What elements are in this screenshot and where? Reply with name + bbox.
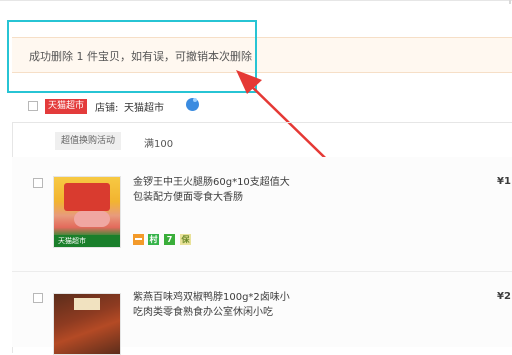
item-price: ¥2 [497, 291, 511, 302]
shop-select-checkbox[interactable] [28, 101, 38, 111]
guarantee-icon[interactable]: 保 [180, 234, 191, 245]
item-title-link[interactable]: 紫燕百味鸡双椒鸭脖100g*2卤味小 吃肉类零食熟食办公室休闲小吃 [133, 290, 308, 320]
thumb-package-label [74, 298, 100, 310]
thumb-package-graphic [64, 183, 110, 211]
shop-label: 店铺: [95, 103, 119, 114]
item-select-checkbox[interactable] [33, 293, 43, 303]
item-title-line: 包装配方便面零食大香肠 [133, 192, 243, 203]
item-title-link[interactable]: 金锣王中王火腿肠60g*10支超值大 包装配方便面零食大香肠 [133, 175, 308, 205]
shop-header-row: 天猫超市 店铺: 天猫超市 [0, 96, 512, 120]
promo-tag-exchange[interactable]: 超值换购活动 [55, 132, 122, 150]
thumb-footer-band: 天猫超市 [54, 235, 120, 247]
thumb-footer-label: 天猫超市 [58, 237, 86, 245]
seven-day-return-icon[interactable]: 7 [164, 234, 175, 245]
thumb-sausage-graphic [74, 211, 110, 227]
item-thumbnail[interactable]: 天猫超市 [53, 176, 121, 248]
item-divider [12, 271, 512, 272]
item-title-line: 紫燕百味鸡双椒鸭脖100g*2卤味小 [133, 292, 290, 303]
tmall-supermarket-badge: 天猫超市 [45, 99, 88, 114]
item-title-line: 金锣王中王火腿肠60g*10支超值大 [133, 177, 290, 188]
promo-row: 超值换购活动 满100 [12, 122, 512, 156]
item-title-line: 吃肉类零食熟食办公室休闲小吃 [133, 307, 273, 318]
item-thumbnail[interactable] [53, 293, 121, 355]
item-select-checkbox[interactable] [33, 178, 43, 188]
chat-icon[interactable] [186, 98, 199, 111]
item-price: ¥1 [497, 176, 511, 187]
shop-name-link[interactable]: 天猫超市 [124, 99, 164, 114]
green-service-icon[interactable]: 村 [148, 234, 159, 245]
promo-threshold: 满100 [144, 139, 174, 150]
card-icon[interactable] [133, 234, 144, 245]
